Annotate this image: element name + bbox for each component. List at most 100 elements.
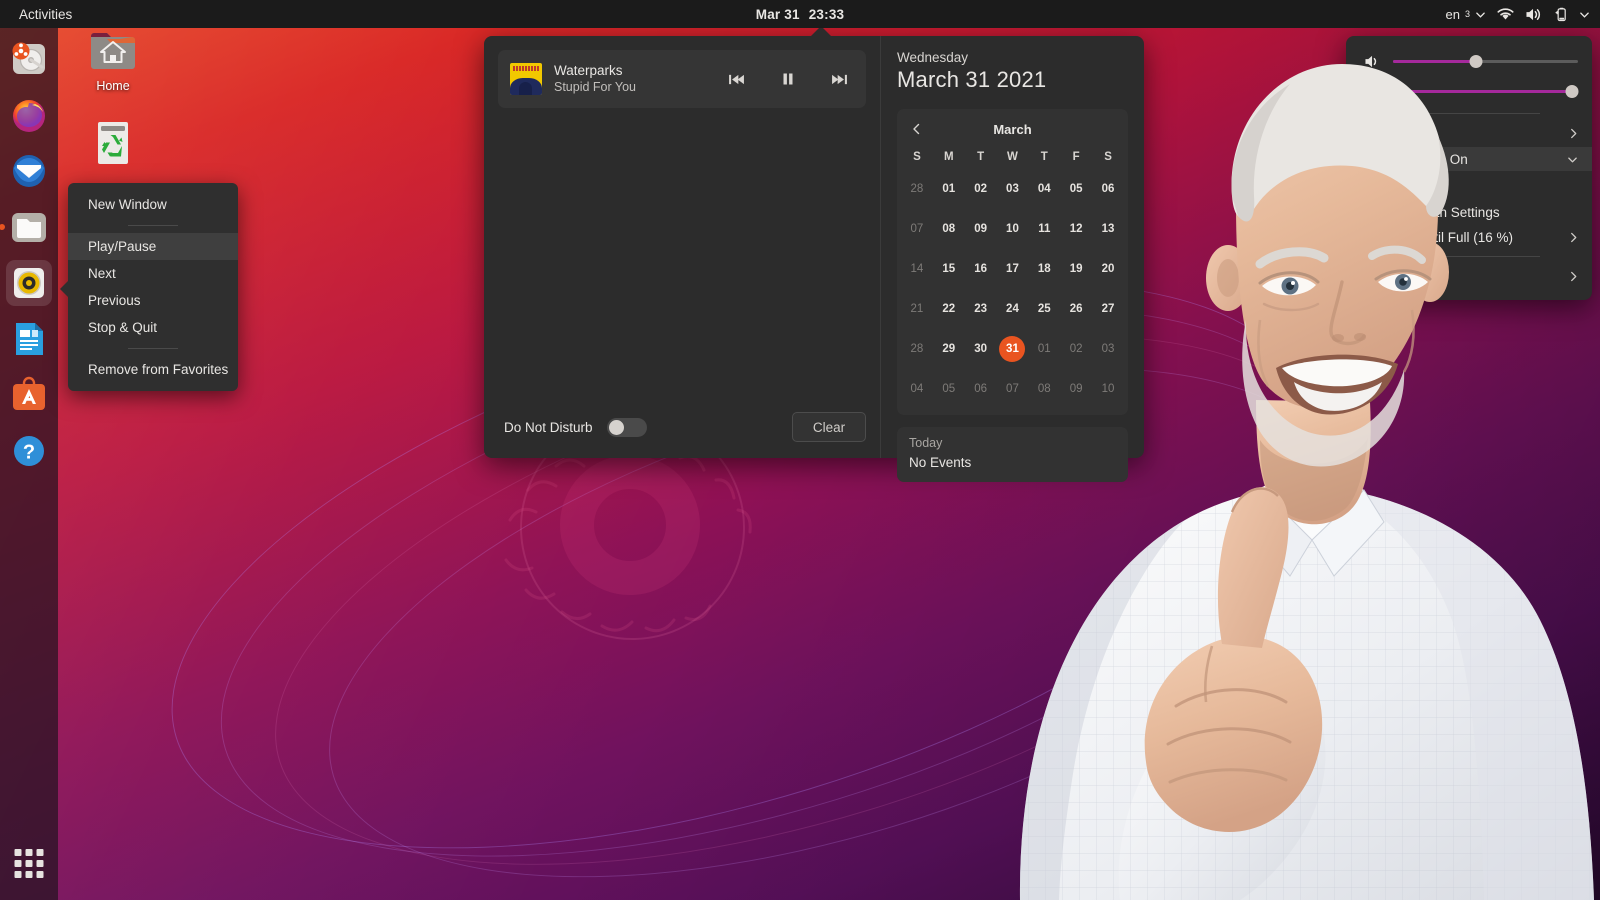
calendar-day-cell[interactable]: 28	[901, 169, 933, 209]
battery-icon	[1364, 230, 1377, 245]
dock-item-ubuntu-installer[interactable]	[6, 36, 52, 82]
calendar-day-cell[interactable]: 05	[1060, 169, 1092, 209]
bluetooth-submenu-turn-off[interactable]: Turn Off	[1346, 173, 1592, 197]
calendar-day-cell[interactable]: 14	[901, 249, 933, 289]
dock-item-files[interactable]	[0, 204, 52, 250]
show-applications-button[interactable]	[14, 849, 44, 878]
calendar-day-cell[interactable]: 10	[1092, 369, 1124, 409]
battery-icon[interactable]	[1553, 7, 1568, 22]
calendar-day-cell[interactable]: 17	[997, 249, 1029, 289]
menu-item-next[interactable]: Next	[68, 260, 238, 287]
calendar-day-cell[interactable]: 03	[997, 169, 1029, 209]
volume-icon[interactable]	[1525, 7, 1542, 22]
calendar-day-cell[interactable]: 29	[933, 329, 965, 369]
calendar-day-cell[interactable]: 04	[901, 369, 933, 409]
system-menu-item-wifi[interactable]: Purr	[1346, 121, 1592, 145]
do-not-disturb-toggle[interactable]	[606, 417, 647, 437]
previous-icon[interactable]	[728, 73, 745, 86]
calendar-day-cell[interactable]: 28	[901, 329, 933, 369]
calendar-month-label: March	[993, 121, 1032, 137]
dock-item-ubuntu-software[interactable]	[6, 372, 52, 418]
calendar-day-cell[interactable]: 09	[965, 209, 997, 249]
calendar-day-cell[interactable]: 26	[1060, 289, 1092, 329]
calendar-day-label: 03	[1006, 183, 1019, 195]
brightness-slider[interactable]	[1392, 82, 1579, 100]
pause-icon[interactable]	[781, 72, 795, 86]
calendar-day-cell[interactable]: 07	[997, 369, 1029, 409]
calendar-day-cell[interactable]: 08	[1028, 369, 1060, 409]
menu-item-remove-from-favorites[interactable]: Remove from Favorites	[68, 356, 238, 383]
calendar-week-row: 14 15 16 17 18 19 20	[901, 249, 1124, 289]
dock-item-rhythmbox[interactable]	[6, 260, 52, 306]
dock-item-firefox[interactable]	[6, 92, 52, 138]
calendar-day-cell[interactable]: 16	[965, 249, 997, 289]
top-bar-status-area: en 3	[1446, 7, 1590, 22]
calendar-day-label: 07	[910, 223, 924, 235]
calendar-day-cell[interactable]: 25	[1028, 289, 1060, 329]
calendar-day-cell[interactable]: 06	[1092, 169, 1124, 209]
desktop-icon-trash[interactable]	[70, 120, 156, 171]
calendar-day-cell[interactable]: 02	[1060, 329, 1092, 369]
calendar-day-cell[interactable]: 27	[1092, 289, 1124, 329]
next-icon[interactable]	[831, 73, 848, 86]
menu-item-previous[interactable]: Previous	[68, 287, 238, 314]
activities-button[interactable]: Activities	[13, 5, 78, 24]
brightness-slider-row	[1346, 76, 1592, 106]
dock-item-thunderbird[interactable]	[6, 148, 52, 194]
system-menu-separator	[1398, 113, 1540, 114]
calendar-day-cell[interactable]: 20	[1092, 249, 1124, 289]
system-menu-item-settings[interactable]: Settings	[1346, 264, 1592, 288]
wifi-icon[interactable]	[1497, 7, 1514, 21]
chevron-left-icon[interactable]	[911, 123, 922, 135]
calendar-day-label: 30	[974, 343, 987, 355]
album-art-image	[510, 63, 542, 95]
system-menu-item-bluetooth[interactable]: Bluetooth On	[1346, 147, 1592, 171]
bluetooth-submenu-settings[interactable]: Bluetooth Settings	[1346, 197, 1592, 221]
calendar-day-cell[interactable]: 08	[933, 209, 965, 249]
calendar-day-label: 20	[1101, 263, 1115, 275]
calendar-day-cell[interactable]: 11	[1028, 209, 1060, 249]
keyboard-layout-indicator[interactable]: en 3	[1446, 7, 1486, 22]
wifi-network-label: Purr	[1391, 125, 1417, 141]
dock-item-libreoffice-writer[interactable]	[6, 316, 52, 362]
desktop-icon-home[interactable]: Home	[70, 28, 156, 93]
system-menu-chevron-down-icon[interactable]	[1579, 9, 1590, 20]
calendar-day-cell[interactable]: 13	[1092, 209, 1124, 249]
calendar-weekday: Wednesday	[897, 50, 969, 65]
events-body: No Events	[909, 455, 972, 470]
menu-item-stop-and-quit[interactable]: Stop & Quit	[68, 314, 238, 341]
calendar-day-cell[interactable]: 19	[1060, 249, 1092, 289]
calendar-day-cell[interactable]: 10	[997, 209, 1029, 249]
clock-button[interactable]: Mar 31 23:33	[756, 7, 845, 22]
calendar-day-cell[interactable]: 01	[1028, 329, 1060, 369]
menu-item-new-window[interactable]: New Window	[68, 191, 238, 218]
dock-item-help[interactable]: ?	[6, 428, 52, 474]
calendar-day-cell[interactable]: 03	[1092, 329, 1124, 369]
calendar-day-cell[interactable]: 04	[1028, 169, 1060, 209]
battery-status-label: 1:11 Until Full (16 %)	[1388, 229, 1514, 245]
clear-notifications-button[interactable]: Clear	[792, 412, 866, 442]
calendar-day-cell[interactable]: 31	[997, 329, 1029, 369]
dock-context-menu: New Window Play/Pause Next Previous Stop…	[60, 183, 238, 391]
calendar-navigation: March	[901, 117, 1124, 141]
calendar-day-label: 08	[1037, 383, 1051, 395]
volume-slider[interactable]	[1393, 52, 1578, 70]
wifi-icon	[1364, 127, 1380, 140]
calendar-day-cell[interactable]: 22	[933, 289, 965, 329]
calendar-day-cell[interactable]: 15	[933, 249, 965, 289]
calendar-day-cell[interactable]: 18	[1028, 249, 1060, 289]
calendar-day-cell[interactable]: 02	[965, 169, 997, 209]
calendar-day-cell[interactable]: 23	[965, 289, 997, 329]
calendar-day-cell[interactable]: 06	[965, 369, 997, 409]
menu-item-play-pause[interactable]: Play/Pause	[68, 233, 238, 260]
calendar-day-cell[interactable]: 05	[933, 369, 965, 409]
calendar-day-cell[interactable]: 30	[965, 329, 997, 369]
system-menu-item-battery[interactable]: 1:11 Until Full (16 %)	[1346, 225, 1592, 249]
calendar-day-cell[interactable]: 01	[933, 169, 965, 209]
calendar-day-cell[interactable]: 12	[1060, 209, 1092, 249]
calendar-day-cell[interactable]: 21	[901, 289, 933, 329]
calendar-day-cell[interactable]: 07	[901, 209, 933, 249]
calendar-day-cell[interactable]: 24	[997, 289, 1029, 329]
events-card: Today No Events	[897, 427, 1128, 482]
calendar-day-cell[interactable]: 09	[1060, 369, 1092, 409]
